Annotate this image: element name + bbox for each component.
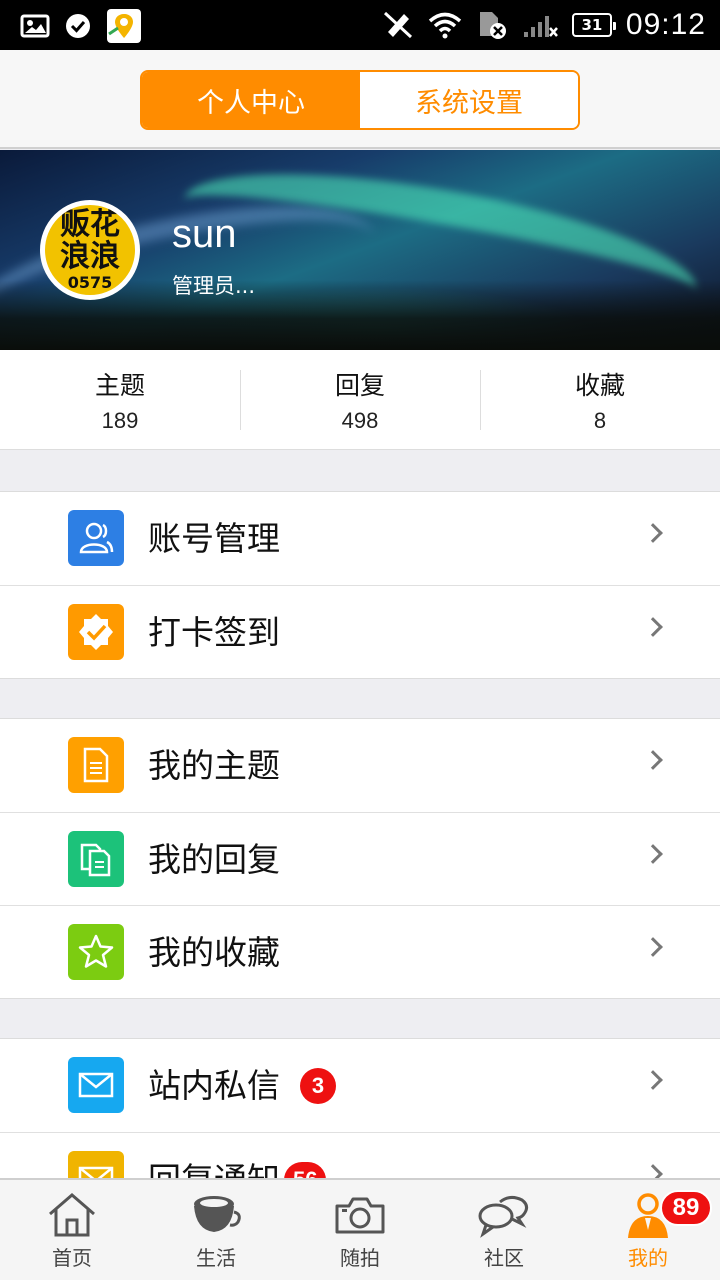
chevron-right-icon bbox=[643, 844, 663, 864]
menu-item-label: 站内私信 bbox=[148, 1066, 280, 1105]
mail-icon bbox=[68, 1057, 124, 1113]
maps-icon bbox=[107, 9, 141, 43]
stat-label: 回复 bbox=[334, 370, 385, 400]
menu-item-my-replies[interactable]: 我的回复 bbox=[0, 812, 720, 905]
clock: 09:12 bbox=[625, 8, 706, 41]
nav-label: 社区 bbox=[484, 1246, 524, 1270]
nav-snapshot[interactable]: 随拍 bbox=[288, 1180, 432, 1280]
menu-item-checkin[interactable]: 打卡签到 bbox=[0, 585, 720, 678]
chat-bubbles-icon bbox=[478, 1195, 529, 1238]
chevron-right-icon bbox=[643, 523, 663, 543]
chevron-right-icon bbox=[643, 617, 663, 637]
checkin-badge-icon bbox=[68, 604, 124, 660]
menu-item-private-messages[interactable]: 站内私信 3 bbox=[0, 1039, 720, 1132]
status-bar: 31 09:12 bbox=[0, 0, 720, 50]
tab-personal-center[interactable]: 个人中心 bbox=[142, 72, 360, 128]
stat-favorites[interactable]: 收藏 8 bbox=[480, 350, 720, 449]
profile-banner: 贩花 浪浪 0575 sun 管理员... bbox=[0, 150, 720, 350]
gallery-icon bbox=[20, 14, 50, 38]
menu-item-label: 打卡签到 bbox=[148, 613, 280, 652]
segmented-control: 个人中心 系统设置 bbox=[140, 70, 580, 130]
vibrate-off-icon bbox=[383, 11, 412, 39]
copy-icon bbox=[68, 831, 124, 887]
coffee-cup-icon bbox=[194, 1196, 241, 1232]
nav-label: 首页 bbox=[52, 1246, 92, 1270]
stats-bar: 主题 189 回复 498 收藏 8 bbox=[0, 350, 720, 450]
bottom-navigation: 首页 生活 随拍 社区 我的 89 bbox=[0, 1178, 720, 1280]
avatar-text-line: 贩花 bbox=[60, 206, 120, 242]
avatar-number: 0575 bbox=[67, 272, 113, 292]
document-icon bbox=[68, 737, 124, 793]
nav-label: 生活 bbox=[196, 1246, 236, 1270]
user-role: 管理员... bbox=[172, 274, 256, 298]
header-bar: 个人中心 系统设置 bbox=[0, 50, 720, 149]
unread-badge: 89 bbox=[660, 1190, 712, 1226]
unread-badge: 3 bbox=[300, 1068, 336, 1104]
sim-error-icon bbox=[479, 12, 506, 39]
chevron-right-icon bbox=[643, 937, 663, 957]
home-icon bbox=[49, 1193, 95, 1237]
stat-label: 主题 bbox=[94, 370, 145, 400]
nav-label: 我的 bbox=[628, 1246, 668, 1270]
menu-group-content: 我的主题 我的回复 我的收藏 bbox=[0, 718, 720, 999]
nav-mine[interactable]: 我的 89 bbox=[576, 1180, 720, 1280]
stat-value: 498 bbox=[341, 407, 379, 433]
stat-topics[interactable]: 主题 189 bbox=[0, 350, 240, 449]
nav-community[interactable]: 社区 bbox=[432, 1180, 576, 1280]
battery-icon: 31 bbox=[571, 13, 616, 37]
star-icon bbox=[68, 924, 124, 980]
signal-icon bbox=[523, 16, 558, 37]
nav-label: 随拍 bbox=[340, 1246, 380, 1270]
tab-system-settings[interactable]: 系统设置 bbox=[360, 72, 578, 128]
chevron-right-icon bbox=[643, 750, 663, 770]
menu-item-label: 我的主题 bbox=[148, 746, 280, 785]
menu-item-label: 我的回复 bbox=[148, 840, 280, 879]
stat-label: 收藏 bbox=[574, 370, 625, 400]
camera-icon bbox=[335, 1197, 385, 1234]
menu-item-label: 账号管理 bbox=[148, 519, 280, 558]
avatar[interactable]: 贩花 浪浪 0575 bbox=[40, 200, 140, 300]
check-circle-icon bbox=[66, 14, 90, 38]
nav-life[interactable]: 生活 bbox=[144, 1180, 288, 1280]
nav-home[interactable]: 首页 bbox=[0, 1180, 144, 1280]
menu-item-account-management[interactable]: 账号管理 bbox=[0, 492, 720, 585]
username: sun bbox=[172, 212, 237, 256]
wifi-icon bbox=[428, 12, 462, 39]
stat-value: 189 bbox=[101, 407, 139, 433]
menu-item-my-favorites[interactable]: 我的收藏 bbox=[0, 905, 720, 998]
menu-item-my-topics[interactable]: 我的主题 bbox=[0, 719, 720, 812]
menu-group-account: 账号管理 打卡签到 bbox=[0, 491, 720, 679]
chevron-right-icon bbox=[643, 1070, 663, 1090]
stat-replies[interactable]: 回复 498 bbox=[240, 350, 480, 449]
avatar-text-line: 浪浪 bbox=[60, 238, 120, 274]
menu-item-label: 我的收藏 bbox=[148, 933, 280, 972]
stat-value: 8 bbox=[593, 407, 607, 433]
account-icon bbox=[68, 510, 124, 566]
